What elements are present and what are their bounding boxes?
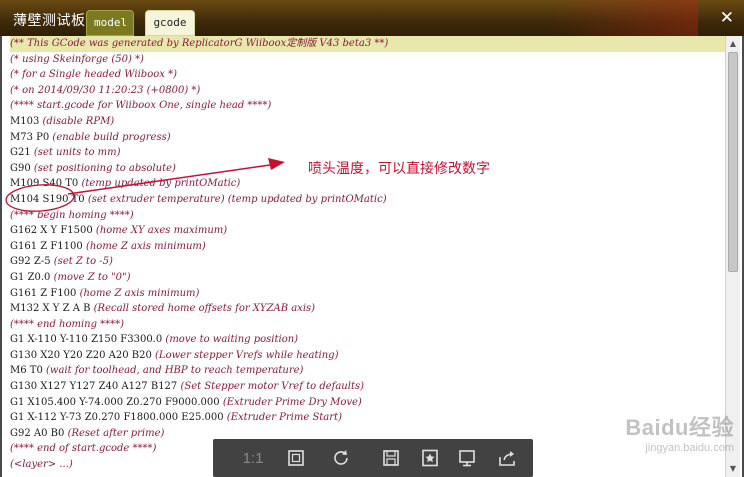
gcode-command: G92 A0 B0 xyxy=(10,427,65,439)
baidu-watermark: Baidu经验 jingyan.baidu.com xyxy=(625,410,734,454)
display-icon xyxy=(459,450,475,467)
gcode-comment: (** This GCode was generated by Replicat… xyxy=(10,38,389,49)
gcode-line: G161 Z F1100 (home Z axis minimum) xyxy=(10,239,728,255)
gcode-comment: (**** end of start.gcode ****) xyxy=(10,443,157,455)
display-button[interactable] xyxy=(447,439,487,477)
gcode-text-area[interactable]: (** This GCode was generated by Replicat… xyxy=(10,36,728,477)
close-icon[interactable]: ✕ xyxy=(720,8,734,28)
gcode-command: G130 X20 Y20 Z20 A20 B20 xyxy=(10,349,152,361)
gcode-line: M104 S190 T0 (set extruder temperature) … xyxy=(10,192,728,208)
gcode-line: G161 Z F100 (home Z axis minimum) xyxy=(10,286,728,302)
gcode-line: (**** begin homing ****) xyxy=(10,208,728,224)
gcode-line: M103 (disable RPM) xyxy=(10,114,728,130)
scroll-down-icon[interactable]: ▼ xyxy=(727,462,739,476)
gcode-line: (* on 2014/09/30 11:20:23 (+0800) *) xyxy=(10,83,728,99)
gcode-comment: (move to waiting position) xyxy=(165,334,299,346)
gcode-line: G1 X-112 Y-73 Z0.270 F1800.000 E25.000 (… xyxy=(10,410,728,426)
gcode-line: M6 T0 (wait for toolhead, and HBP to rea… xyxy=(10,363,728,379)
gcode-comment: (* for a Single headed Wiiboox *) xyxy=(10,69,177,81)
scroll-up-icon[interactable]: ▲ xyxy=(727,37,739,51)
gcode-command: G161 Z F1100 xyxy=(10,240,83,252)
window-title: 薄壁测试板 xyxy=(13,13,86,29)
gcode-comment: (set units to mm) xyxy=(33,147,121,159)
gcode-comment: (**** end homing ****) xyxy=(10,318,125,330)
gcode-comment: (**** start.gcode for Wiiboox One, singl… xyxy=(10,100,272,112)
watermark-url: jingyan.baidu.com xyxy=(645,442,734,454)
gcode-line: G130 X20 Y20 Z20 A20 B20 (Lower stepper … xyxy=(10,348,728,364)
gcode-command: G92 Z-5 xyxy=(10,256,51,268)
annotation-text: 喷头温度，可以直接修改数字 xyxy=(308,161,490,177)
gcode-comment: (disable RPM) xyxy=(42,115,115,127)
gcode-comment: (home Z axis minimum) xyxy=(79,287,200,299)
gcode-command: G1 X105.400 Y-74.000 Z0.270 F9000.000 xyxy=(10,396,220,408)
gcode-line: (* for a Single headed Wiiboox *) xyxy=(10,67,728,83)
save-button[interactable] xyxy=(371,439,411,477)
bookmark-button[interactable] xyxy=(410,439,450,477)
gcode-command: G162 X Y F1500 xyxy=(10,225,93,237)
gcode-comment: (* using Skeinforge (50) *) xyxy=(10,53,144,65)
gcode-comment: (move Z to "0") xyxy=(53,271,131,283)
gcode-comment: (enable build progress) xyxy=(52,131,171,143)
gcode-comment: (Recall stored home offsets for XYZAB ax… xyxy=(93,303,316,315)
gcode-comment: (temp updated by printOMatic) xyxy=(81,178,241,190)
zoom-1to1-button[interactable]: 1:1 xyxy=(233,439,273,477)
gcode-line: (**** start.gcode for Wiiboox One, singl… xyxy=(10,98,728,114)
gcode-command: M109 S40 T0 xyxy=(10,178,79,190)
gcode-comment: (wait for toolhead, and HBP to reach tem… xyxy=(46,365,304,377)
fit-screen-icon xyxy=(288,450,304,466)
gcode-comment: (Reset after prime) xyxy=(67,427,165,439)
watermark-logo: Baidu经验 xyxy=(625,415,734,440)
share-button[interactable] xyxy=(487,439,527,477)
tab-model[interactable]: model xyxy=(86,10,134,36)
bookmark-icon xyxy=(422,449,438,467)
gcode-line: (**** end homing ****) xyxy=(10,317,728,333)
titlebar-decoration xyxy=(548,0,698,36)
gcode-line: G130 X127 Y127 Z40 A127 B127 (Set Steppe… xyxy=(10,379,728,395)
gcode-command: M104 S190 T0 xyxy=(10,193,85,205)
share-icon xyxy=(499,451,515,466)
image-viewer-toolbar: 1:1 xyxy=(213,439,533,477)
gcode-command: G90 xyxy=(10,162,31,174)
gcode-comment: (home XY axes maximum) xyxy=(95,225,228,237)
gcode-command: M73 P0 xyxy=(10,131,50,143)
gcode-comment: (home Z axis minimum) xyxy=(85,240,206,252)
gcode-line: G1 Z0.0 (move Z to "0") xyxy=(10,270,728,286)
gcode-comment: (Set Stepper motor Vref to defaults) xyxy=(180,381,364,393)
gcode-comment: (set extruder temperature) (temp updated… xyxy=(87,193,387,205)
rotate-icon xyxy=(334,450,348,465)
gcode-line: (** This GCode was generated by Replicat… xyxy=(10,36,728,52)
gcode-comment: (Extruder Prime Dry Move) xyxy=(222,396,362,408)
gcode-command: G1 X-110 Y-110 Z150 F3300.0 xyxy=(10,334,163,346)
gcode-command: M6 T0 xyxy=(10,365,43,377)
gcode-line: M132 X Y Z A B (Recall stored home offse… xyxy=(10,301,728,317)
gcode-line: G162 X Y F1500 (home XY axes maximum) xyxy=(10,223,728,239)
gcode-line: G1 X-110 Y-110 Z150 F3300.0 (move to wai… xyxy=(10,332,728,348)
gcode-command: G130 X127 Y127 Z40 A127 B127 xyxy=(10,381,178,393)
gcode-command: M103 xyxy=(10,115,40,127)
gcode-comment: (set Z to -5) xyxy=(53,256,113,268)
rotate-button[interactable] xyxy=(321,439,361,477)
fit-screen-button[interactable] xyxy=(276,439,316,477)
gcode-line: M73 P0 (enable build progress) xyxy=(10,130,728,146)
gcode-command: G21 xyxy=(10,147,31,159)
gcode-command: M132 X Y Z A B xyxy=(10,303,91,315)
gcode-comment: (Extruder Prime Start) xyxy=(226,412,342,424)
gcode-comment: (Lower stepper Vrefs while heating) xyxy=(155,349,339,361)
gcode-comment: (set positioning to absolute) xyxy=(33,162,176,174)
gcode-command: G1 X-112 Y-73 Z0.270 F1800.000 E25.000 xyxy=(10,412,224,424)
gcode-line: G1 X105.400 Y-74.000 Z0.270 F9000.000 (E… xyxy=(10,395,728,411)
gcode-line: M109 S40 T0 (temp updated by printOMatic… xyxy=(10,176,728,192)
gcode-comment: (**** begin homing ****) xyxy=(10,209,134,221)
scroll-thumb[interactable] xyxy=(728,52,738,272)
tab-gcode[interactable]: gcode xyxy=(145,10,195,36)
gcode-comment: (<layer> ...) xyxy=(10,459,73,471)
gcode-command: G1 Z0.0 xyxy=(10,271,51,283)
save-icon xyxy=(383,450,399,466)
gcode-comment: (* on 2014/09/30 11:20:23 (+0800) *) xyxy=(10,84,201,96)
window-titlebar: 薄壁测试板 model gcode ✕ xyxy=(0,0,744,36)
gcode-line: (* using Skeinforge (50) *) xyxy=(10,52,728,68)
gcode-line: G92 Z-5 (set Z to -5) xyxy=(10,254,728,270)
gcode-command: G161 Z F100 xyxy=(10,287,77,299)
